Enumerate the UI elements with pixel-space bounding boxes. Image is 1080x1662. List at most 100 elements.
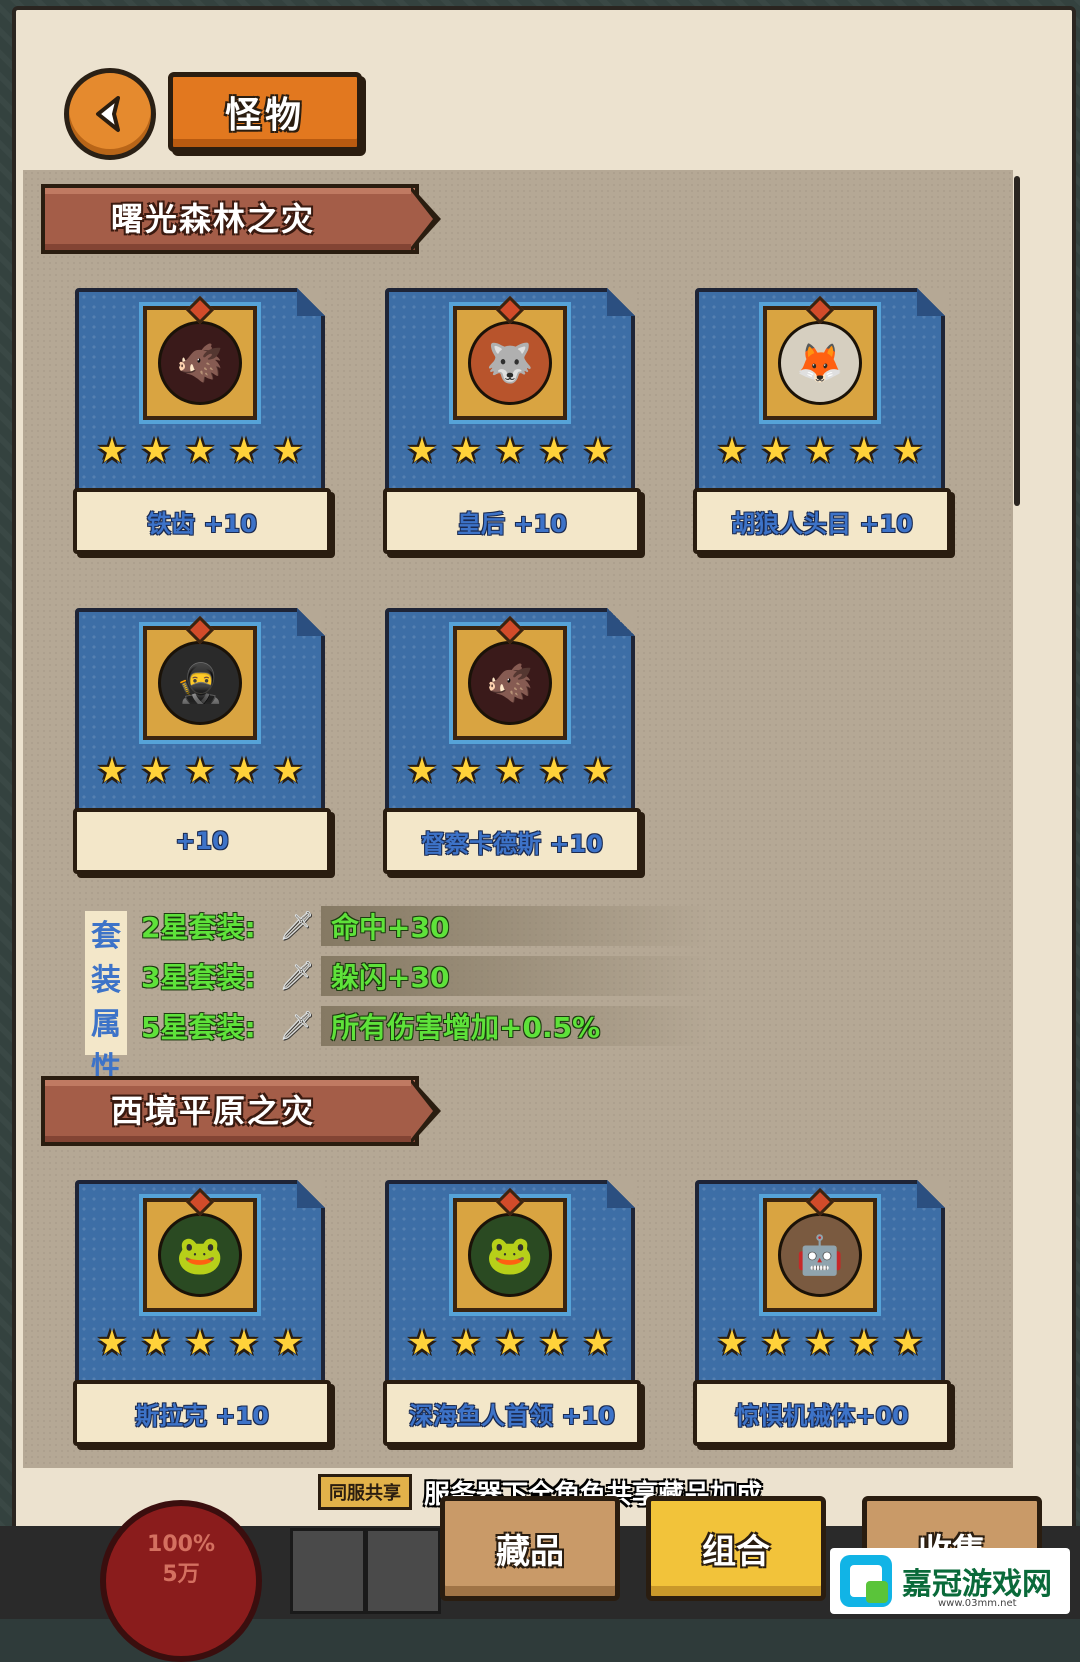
star-icon: ★ (450, 431, 482, 471)
monster-card[interactable]: 🐺 ★ ★ ★ ★ ★ 皇后 +10 (383, 288, 641, 560)
monster-portrait: 🐗 (453, 615, 567, 740)
card-label: +10 (73, 808, 331, 874)
watermark-logo-icon (836, 1551, 896, 1611)
monster-card[interactable]: 🥷 ★ ★ ★ ★ ★ +10 (73, 608, 331, 880)
star-rating: ★ ★ ★ ★ ★ (715, 1326, 925, 1360)
star-icon: ★ (184, 431, 216, 471)
star-icon: ★ (760, 431, 792, 471)
set-bonus-value: 命中+30 (321, 906, 711, 946)
tab-collection[interactable]: 藏品 (440, 1496, 620, 1601)
sword-icon: 🗡 (279, 909, 315, 942)
watermark: 嘉冠游戏网 www.03mm.net (830, 1548, 1070, 1614)
monster-card[interactable]: 🦊 ★ ★ ★ ★ ★ 胡狼人头目 +10 (693, 288, 951, 560)
star-icon: ★ (582, 431, 614, 471)
monster-name: 铁齿 +10 (147, 509, 257, 538)
set-bonus-row: 3星套装: 🗡 躲闪+30 (141, 955, 711, 997)
star-icon: ★ (228, 751, 260, 791)
monster-portrait: 🐗 (143, 295, 257, 420)
monster-face-icon: 🦊 (778, 321, 862, 405)
watermark-text: 嘉冠游戏网 (902, 1567, 1052, 1602)
monster-portrait: 🤖 (763, 1187, 877, 1312)
star-icon: ★ (406, 431, 438, 471)
sword-icon: 🗡 (279, 959, 315, 992)
set-bonus-title-char: 套 (91, 919, 121, 954)
star-icon: ★ (272, 751, 304, 791)
card-label: 惊惧机械体+00 (693, 1380, 951, 1446)
star-icon: ★ (140, 431, 172, 471)
star-icon: ★ (760, 1323, 792, 1363)
monster-card[interactable]: 🐸 ★ ★ ★ ★ ★ 深海鱼人首领 +10 (383, 1180, 641, 1452)
monster-portrait: 🥷 (143, 615, 257, 740)
watermark-url: www.03mm.net (938, 1598, 1017, 1609)
monster-portrait: 🐸 (143, 1187, 257, 1312)
card-label: 皇后 +10 (383, 488, 641, 554)
star-rating: ★ ★ ★ ★ ★ (715, 434, 925, 468)
monster-name: 深海鱼人首领 +10 (409, 1401, 615, 1430)
star-icon: ★ (184, 1323, 216, 1363)
set-bonus-value: 所有伤害增加+0.5% (321, 1006, 711, 1046)
monster-face-icon: 🐗 (158, 321, 242, 405)
monster-name: 惊惧机械体+00 (735, 1401, 909, 1430)
skill-icon[interactable] (365, 1528, 441, 1614)
monster-name: 皇后 +10 (457, 509, 567, 538)
monster-card[interactable]: 🐗 ★ ★ ★ ★ ★ 铁齿 +10 (73, 288, 331, 560)
star-rating: ★ ★ ★ ★ ★ (405, 1326, 615, 1360)
star-icon: ★ (716, 1323, 748, 1363)
monster-face-icon: 🐸 (468, 1213, 552, 1297)
star-rating: ★ ★ ★ ★ ★ (95, 434, 305, 468)
set-bonus-label: 3星套装: (141, 961, 256, 994)
star-icon: ★ (184, 751, 216, 791)
section-title: 西境平原之灾 (111, 1092, 316, 1130)
star-icon: ★ (272, 431, 304, 471)
star-icon: ★ (228, 1323, 260, 1363)
set-bonus-title-char: 属 (91, 1007, 121, 1042)
monster-portrait: 🐸 (453, 1187, 567, 1312)
set-bonus-row: 5星套装: 🗡 所有伤害增加+0.5% (141, 1005, 711, 1047)
monster-portrait: 🐺 (453, 295, 567, 420)
monster-card[interactable]: 🐗 ★ ★ ★ ★ ★ 督察卡德斯 +10 (383, 608, 641, 880)
star-icon: ★ (96, 1323, 128, 1363)
star-icon: ★ (406, 1323, 438, 1363)
monster-face-icon: 🐺 (468, 321, 552, 405)
star-icon: ★ (848, 1323, 880, 1363)
card-label: 斯拉克 +10 (73, 1380, 331, 1446)
star-icon: ★ (538, 1323, 570, 1363)
hp-orb: 100% 5万 (100, 1500, 262, 1662)
share-tag: 同服共享 (317, 1474, 412, 1510)
set-bonus-label: 5星套装: (141, 1011, 256, 1044)
back-button[interactable] (64, 68, 156, 160)
set-bonus-label: 2星套装: (141, 911, 256, 944)
monster-face-icon: 🥷 (158, 641, 242, 725)
page-title: 怪物 (168, 72, 362, 152)
monster-name: 督察卡德斯 +10 (421, 829, 603, 858)
monster-portrait: 🦊 (763, 295, 877, 420)
card-label: 铁齿 +10 (73, 488, 331, 554)
star-icon: ★ (96, 751, 128, 791)
section-header-2: 西境平原之灾 (41, 1076, 441, 1146)
star-icon: ★ (96, 431, 128, 471)
star-icon: ★ (804, 1323, 836, 1363)
star-rating: ★ ★ ★ ★ ★ (405, 754, 615, 788)
skill-icon[interactable] (290, 1528, 366, 1614)
set-bonus-title-char: 装 (91, 963, 121, 998)
monster-card[interactable]: 🤖 ★ ★ ★ ★ ★ 惊惧机械体+00 (693, 1180, 951, 1452)
collection-list[interactable]: 曙光森林之灾 🐗 ★ ★ ★ ★ ★ 铁齿 +10 🐺 ★ ★ ★ ★ ★ 皇后 +10 🦊 ★ ★ ★ ★ ★ 胡狼人… (23, 170, 1013, 1468)
section-title: 曙光森林之灾 (111, 200, 316, 238)
monster-face-icon: 🤖 (778, 1213, 862, 1297)
star-icon: ★ (538, 751, 570, 791)
star-icon: ★ (272, 1323, 304, 1363)
star-icon: ★ (494, 1323, 526, 1363)
monster-card[interactable]: 🐸 ★ ★ ★ ★ ★ 斯拉克 +10 (73, 1180, 331, 1452)
star-icon: ★ (228, 431, 260, 471)
monster-name: 斯拉克 +10 (135, 1401, 269, 1430)
hp-amount: 5万 (162, 1562, 200, 1587)
tab-combination[interactable]: 组合 (646, 1496, 826, 1601)
set-bonus-value: 躲闪+30 (321, 956, 711, 996)
card-label: 胡狼人头目 +10 (693, 488, 951, 554)
star-icon: ★ (892, 1323, 924, 1363)
scrollbar[interactable] (1014, 176, 1020, 506)
header: 怪物 (16, 10, 1072, 180)
star-icon: ★ (140, 751, 172, 791)
star-icon: ★ (450, 751, 482, 791)
monster-face-icon: 🐸 (158, 1213, 242, 1297)
